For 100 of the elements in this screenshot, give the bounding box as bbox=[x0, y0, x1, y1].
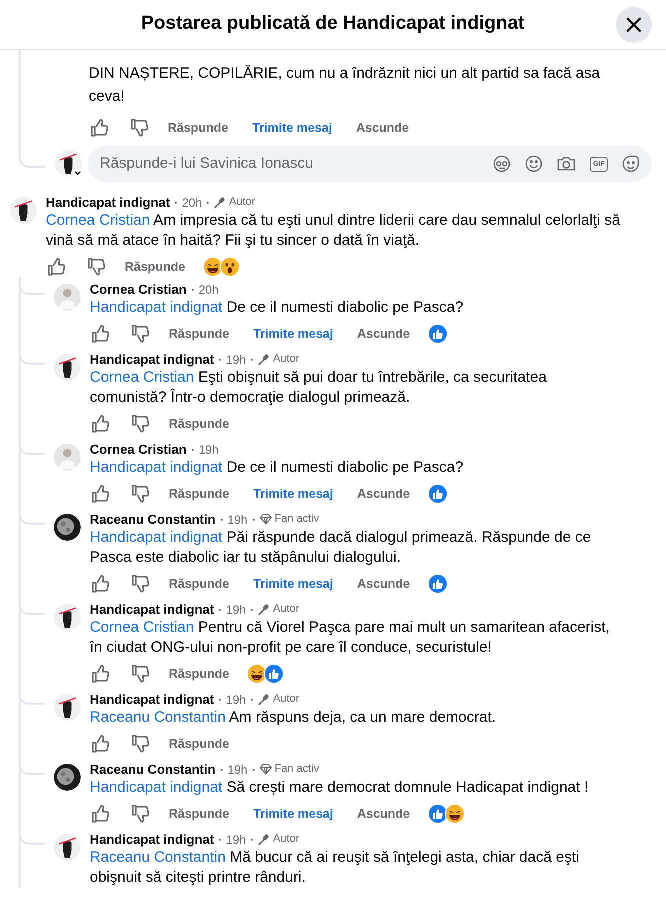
reply-link[interactable]: Răspunde bbox=[169, 414, 230, 434]
microphone-icon bbox=[258, 694, 270, 706]
author-name[interactable]: Raceanu Constantin bbox=[90, 510, 216, 530]
comment-text: Raceanu Constantin Mă bucur că ai reuşit să înţelegi asta, chiar dacă eşti obişnuit să citeşti printre rânduri. bbox=[90, 848, 580, 888]
reply-link[interactable]: Răspunde bbox=[169, 804, 230, 824]
like-icon[interactable] bbox=[47, 257, 67, 277]
hide-link[interactable]: Ascunde bbox=[356, 118, 410, 138]
like-reaction-icon[interactable] bbox=[264, 664, 284, 684]
hide-link[interactable]: Ascunde bbox=[357, 804, 410, 824]
caret-icon[interactable] bbox=[73, 168, 83, 178]
dislike-icon[interactable] bbox=[131, 664, 151, 684]
comment-text: Handicapat indignat De ce il numesti diabolic pe Pasca? bbox=[90, 298, 465, 318]
mention-link[interactable]: Cornea Cristian bbox=[90, 369, 194, 386]
mention-link[interactable]: Raceanu Constantin bbox=[90, 709, 226, 726]
timestamp[interactable]: 19h bbox=[226, 350, 246, 368]
mention-link[interactable]: Handicapat indignat bbox=[90, 299, 223, 316]
timestamp[interactable]: 19h bbox=[226, 690, 246, 708]
avatar[interactable] bbox=[54, 834, 81, 861]
timestamp[interactable]: 19h bbox=[226, 600, 246, 618]
reply-link[interactable]: Răspunde bbox=[169, 324, 230, 344]
like-icon[interactable] bbox=[91, 484, 111, 504]
author-name[interactable]: Cornea Cristian bbox=[90, 280, 187, 300]
mention-link[interactable]: Raceanu Constantin bbox=[90, 849, 226, 866]
like-icon[interactable] bbox=[91, 734, 111, 754]
microphone-icon bbox=[258, 354, 270, 366]
dislike-icon[interactable] bbox=[130, 118, 150, 138]
emoji-icon[interactable] bbox=[525, 155, 544, 173]
author-name[interactable]: Handicapat indignat bbox=[90, 350, 214, 370]
hide-link[interactable]: Ascunde bbox=[357, 484, 410, 504]
role-label: Autor bbox=[229, 195, 256, 210]
close-button[interactable] bbox=[616, 7, 652, 43]
author-name[interactable]: Raceanu Constantin bbox=[90, 760, 216, 780]
microphone-icon bbox=[258, 834, 270, 846]
reply-link[interactable]: Răspunde bbox=[169, 734, 230, 754]
like-icon[interactable] bbox=[91, 804, 111, 824]
role-label: Fan activ bbox=[274, 762, 320, 778]
reply-link[interactable]: Răspunde bbox=[169, 664, 230, 684]
role-label: Autor bbox=[273, 352, 300, 368]
dislike-icon[interactable] bbox=[131, 734, 151, 754]
like-icon[interactable] bbox=[91, 664, 111, 684]
author-name[interactable]: Handicapat indignat bbox=[90, 690, 214, 710]
role-label: Autor bbox=[273, 692, 300, 708]
timestamp[interactable]: 19h bbox=[226, 830, 246, 848]
comment-text: Handicapat indignat De ce il numesti diabolic pe Pasca? bbox=[90, 458, 465, 478]
avatar[interactable] bbox=[54, 604, 81, 631]
like-reaction-icon[interactable] bbox=[428, 484, 448, 504]
mention-link[interactable]: Handicapat indignat bbox=[90, 529, 223, 546]
send-message-link[interactable]: Trimite mesaj bbox=[253, 324, 334, 344]
dislike-icon[interactable] bbox=[131, 414, 151, 434]
reply-link[interactable]: Răspunde bbox=[168, 118, 228, 138]
mention-link[interactable]: Cornea Cristian bbox=[90, 619, 194, 636]
avatar[interactable] bbox=[54, 354, 81, 381]
like-reaction-icon[interactable] bbox=[428, 324, 448, 344]
sticker-icon[interactable] bbox=[622, 155, 640, 173]
like-icon[interactable] bbox=[91, 574, 111, 594]
microphone-icon bbox=[214, 196, 226, 208]
timestamp[interactable]: 20h bbox=[198, 280, 219, 298]
like-icon[interactable] bbox=[90, 118, 110, 138]
timestamp[interactable]: 20h bbox=[182, 194, 202, 212]
like-reaction-icon[interactable] bbox=[428, 574, 448, 594]
role-label: Fan activ bbox=[274, 512, 320, 528]
comment-text: Cornea Cristian Am impresia că tu eşti unul dintre liderii care dau semnalul celorlalţi să vină să mă atace în haită? Fii şi tu sincer o dată în viaţă. bbox=[46, 211, 622, 251]
avatar[interactable] bbox=[54, 694, 81, 721]
dislike-icon[interactable] bbox=[131, 804, 151, 824]
like-icon[interactable] bbox=[91, 414, 111, 434]
reply-link[interactable]: Răspunde bbox=[169, 484, 230, 504]
author-name[interactable]: Cornea Cristian bbox=[90, 440, 187, 460]
timestamp[interactable]: 19h bbox=[198, 440, 219, 458]
comment-text: Cornea Cristian Pentru că Viorel Paşca pare mai mult un samaritean afacerist, în ciudat ONG-ului non-profit pe care îl conduce, securistule! bbox=[90, 618, 611, 658]
mention-link[interactable]: Handicapat indignat bbox=[90, 779, 223, 796]
window-title: Postarea publicată de Handicapat indignat bbox=[141, 12, 525, 36]
hide-link[interactable]: Ascunde bbox=[357, 324, 410, 344]
role-label: Autor bbox=[273, 832, 300, 848]
avatar[interactable] bbox=[10, 197, 37, 224]
send-message-link[interactable]: Trimite mesaj bbox=[253, 804, 334, 824]
mention-link[interactable]: Handicapat indignat bbox=[90, 459, 223, 476]
comment-text: Raceanu Constantin Am răspuns deja, ca un mare democrat. bbox=[90, 708, 498, 728]
laughing-emoji-icon[interactable] bbox=[445, 804, 466, 824]
mention-link[interactable]: Cornea Cristian bbox=[46, 212, 150, 229]
author-name[interactable]: Handicapat indignat bbox=[46, 192, 170, 212]
surprised-emoji-icon[interactable] bbox=[220, 257, 240, 277]
reply-link[interactable]: Răspunde bbox=[125, 258, 186, 276]
camera-icon[interactable] bbox=[557, 155, 576, 173]
reply-link[interactable]: Răspunde bbox=[169, 574, 230, 594]
author-name[interactable]: Handicapat indignat bbox=[90, 830, 214, 850]
dislike-icon[interactable] bbox=[87, 257, 107, 277]
like-icon[interactable] bbox=[91, 324, 111, 344]
send-message-link[interactable]: Trimite mesaj bbox=[252, 118, 332, 138]
dislike-icon[interactable] bbox=[131, 574, 151, 594]
author-name[interactable]: Handicapat indignat bbox=[90, 600, 214, 620]
timestamp[interactable]: 19h bbox=[228, 760, 248, 778]
avatar[interactable] bbox=[54, 514, 81, 541]
send-message-link[interactable]: Trimite mesaj bbox=[253, 574, 334, 594]
send-message-link[interactable]: Trimite mesaj bbox=[253, 484, 334, 504]
avatar-sticker-icon[interactable] bbox=[493, 155, 512, 173]
avatar[interactable] bbox=[54, 764, 81, 791]
dislike-icon[interactable] bbox=[131, 324, 151, 344]
timestamp[interactable]: 19h bbox=[228, 510, 248, 528]
hide-link[interactable]: Ascunde bbox=[357, 574, 410, 594]
dislike-icon[interactable] bbox=[131, 484, 151, 504]
